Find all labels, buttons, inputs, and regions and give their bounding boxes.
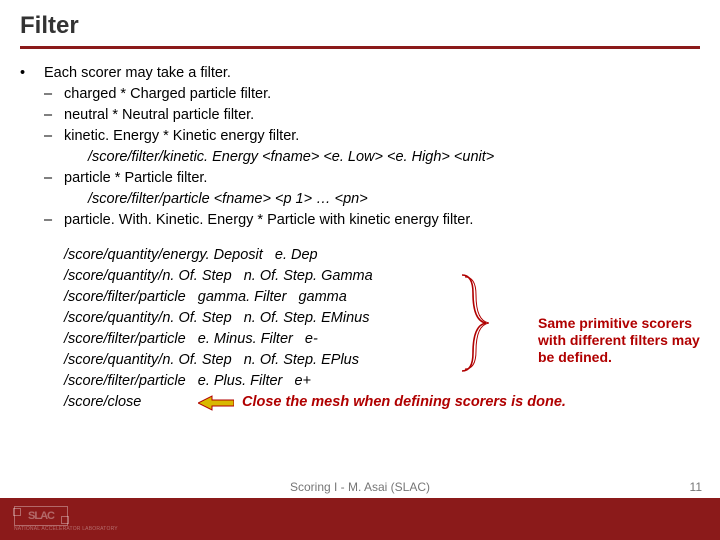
example-line: /score/filter/particle e. Plus. Filter e… bbox=[64, 371, 700, 392]
logo-text: SLAC bbox=[14, 506, 68, 526]
dash-item: kinetic. Energy * Kinetic energy filter. bbox=[64, 126, 700, 147]
dash-item: neutral * Neutral particle filter. bbox=[64, 105, 700, 126]
dash-command: /score/filter/particle <fname> <p 1> … <… bbox=[88, 189, 700, 210]
example-line: /score/filter/particle gamma. Filter gam… bbox=[64, 287, 700, 308]
lab-text: NATIONAL ACCELERATOR LABORATORY bbox=[14, 526, 118, 532]
dash-item: charged * Charged particle filter. bbox=[64, 84, 700, 105]
annotation-brace-text: Same primitive scorers with different fi… bbox=[538, 315, 708, 365]
bullet-mark: • bbox=[20, 63, 44, 84]
example-line: /score/quantity/n. Of. Step n. Of. Step.… bbox=[64, 266, 700, 287]
example-close-line: /score/close bbox=[64, 392, 194, 413]
footer-bar: SLAC NATIONAL ACCELERATOR LABORATORY bbox=[0, 498, 720, 540]
bullet-main: Each scorer may take a filter. bbox=[44, 63, 700, 84]
dash-command: /score/filter/kinetic. Energy <fname> <e… bbox=[88, 147, 700, 168]
dash-mark: – bbox=[44, 168, 64, 189]
dash-item: particle * Particle filter. bbox=[64, 168, 700, 189]
slac-logo: SLAC NATIONAL ACCELERATOR LABORATORY bbox=[14, 506, 118, 532]
slide-title: Filter bbox=[20, 12, 700, 49]
example-line: /score/quantity/energy. Deposit e. Dep bbox=[64, 245, 700, 266]
dash-mark: – bbox=[44, 105, 64, 126]
dash-mark: – bbox=[44, 84, 64, 105]
page-number: 11 bbox=[690, 480, 702, 494]
dash-item: particle. With. Kinetic. Energy * Partic… bbox=[64, 210, 700, 231]
brace-icon bbox=[459, 273, 489, 373]
arrow-left-icon bbox=[198, 394, 234, 412]
dash-mark: – bbox=[44, 126, 64, 147]
footer-center-text: Scoring I - M. Asai (SLAC) bbox=[290, 480, 430, 494]
annotation-close: Close the mesh when defining scorers is … bbox=[242, 392, 566, 413]
dash-mark: – bbox=[44, 210, 64, 231]
